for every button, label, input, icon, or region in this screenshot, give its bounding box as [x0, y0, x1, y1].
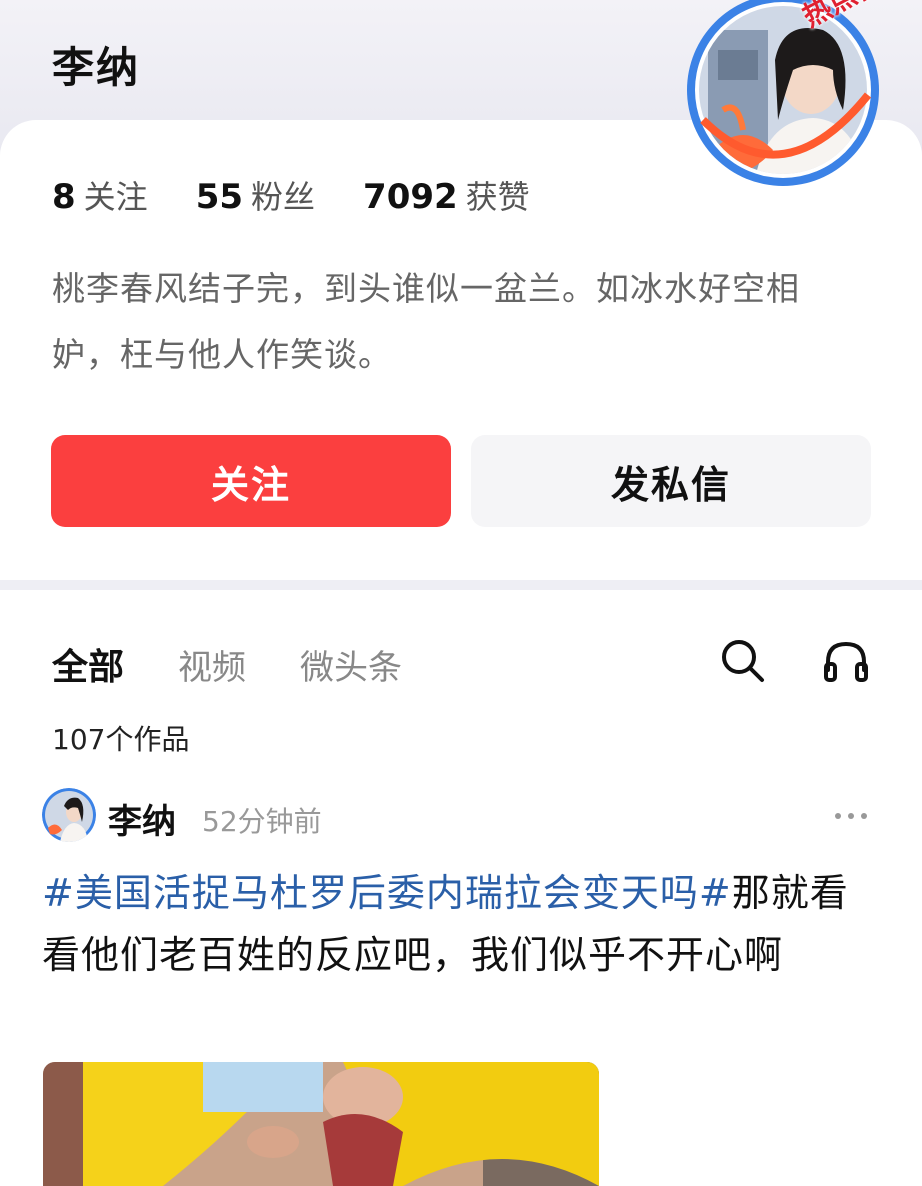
post-author-avatar[interactable] — [42, 788, 96, 842]
headphones-icon[interactable] — [822, 636, 870, 684]
works-count: 107个作品 — [52, 723, 190, 756]
stat-label: 关注 — [83, 178, 148, 216]
post-timestamp: 52分钟前 — [202, 805, 322, 838]
tab-all[interactable]: 全部 — [52, 638, 124, 690]
profile-name: 李纳 — [52, 43, 141, 92]
post-author-name[interactable]: 李纳 — [108, 794, 176, 843]
stat-label: 获赞 — [465, 178, 530, 216]
stat-followers[interactable]: 55 粉丝 — [196, 172, 315, 218]
post-image[interactable] — [43, 1062, 599, 1186]
tab-video[interactable]: 视频 — [178, 640, 246, 689]
tab-micro-headlines[interactable]: 微头条 — [300, 640, 402, 689]
more-icon[interactable] — [832, 804, 872, 828]
stat-following[interactable]: 8 关注 — [52, 172, 148, 218]
search-icon[interactable] — [718, 636, 766, 684]
stat-number: 7092 — [363, 177, 458, 217]
stat-likes[interactable]: 7092 获赞 — [363, 172, 530, 218]
profile-avatar[interactable] — [683, 0, 883, 190]
stat-label: 粉丝 — [251, 178, 316, 216]
post-text[interactable]: #美国活捉马杜罗后委内瑞拉会变天吗#那就看看他们老百姓的反应吧，我们似乎不开心啊 — [42, 862, 887, 986]
stat-number: 8 — [52, 177, 76, 217]
content-tabs: 全部 视频 微头条 — [52, 638, 456, 690]
message-button[interactable]: 发私信 — [471, 435, 871, 527]
profile-bio: 桃李春风结子完，到头谁似一盆兰。如冰水好空相妒，枉与他人作笑谈。 — [52, 269, 800, 374]
profile-stats: 8 关注 55 粉丝 7092 获赞 — [52, 172, 578, 218]
follow-button[interactable]: 关注 — [51, 435, 451, 527]
post-hashtag[interactable]: #美国活捉马杜罗后委内瑞拉会变天吗# — [42, 871, 732, 915]
stat-number: 55 — [195, 177, 244, 217]
